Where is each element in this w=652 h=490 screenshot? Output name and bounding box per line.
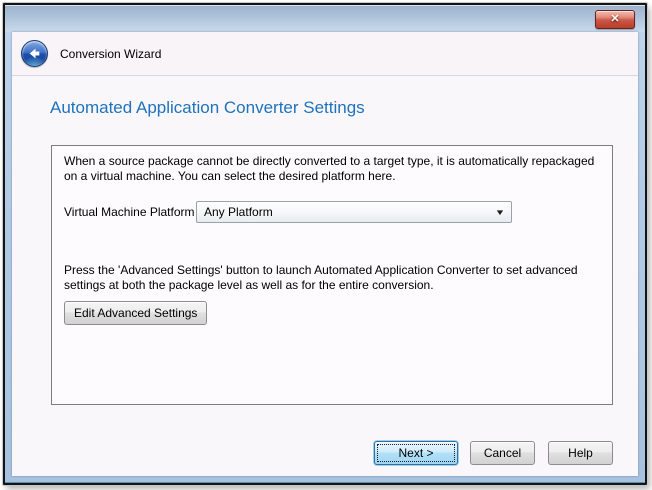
page-title: Automated Application Converter Settings [50,98,365,118]
cancel-button[interactable]: Cancel [470,441,535,465]
back-button[interactable] [21,40,48,67]
settings-groupbox: When a source package cannot be directly… [51,145,613,405]
help-button[interactable]: Help [548,441,613,465]
title-bar: ✕ [5,5,645,32]
wizard-window: ✕ Conversion Wizard Automated Applicatio… [3,3,647,485]
back-arrow-icon [27,46,42,61]
wizard-header: Conversion Wizard [12,32,638,76]
wizard-title: Conversion Wizard [60,47,161,61]
intro-text: When a source package cannot be directly… [64,154,600,184]
client-area: Conversion Wizard Automated Application … [12,32,638,476]
advanced-help-text: Press the 'Advanced Settings' button to … [64,263,600,293]
platform-selected-value: Any Platform [204,205,273,219]
platform-label: Virtual Machine Platform [64,205,196,219]
chevron-down-icon: ▼ [495,208,506,217]
next-button[interactable]: Next > [374,441,458,465]
platform-row: Virtual Machine Platform Any Platform ▼ [64,201,600,223]
platform-dropdown[interactable]: Any Platform ▼ [196,201,512,223]
close-button[interactable]: ✕ [595,10,635,29]
edit-advanced-settings-button[interactable]: Edit Advanced Settings [64,301,207,325]
